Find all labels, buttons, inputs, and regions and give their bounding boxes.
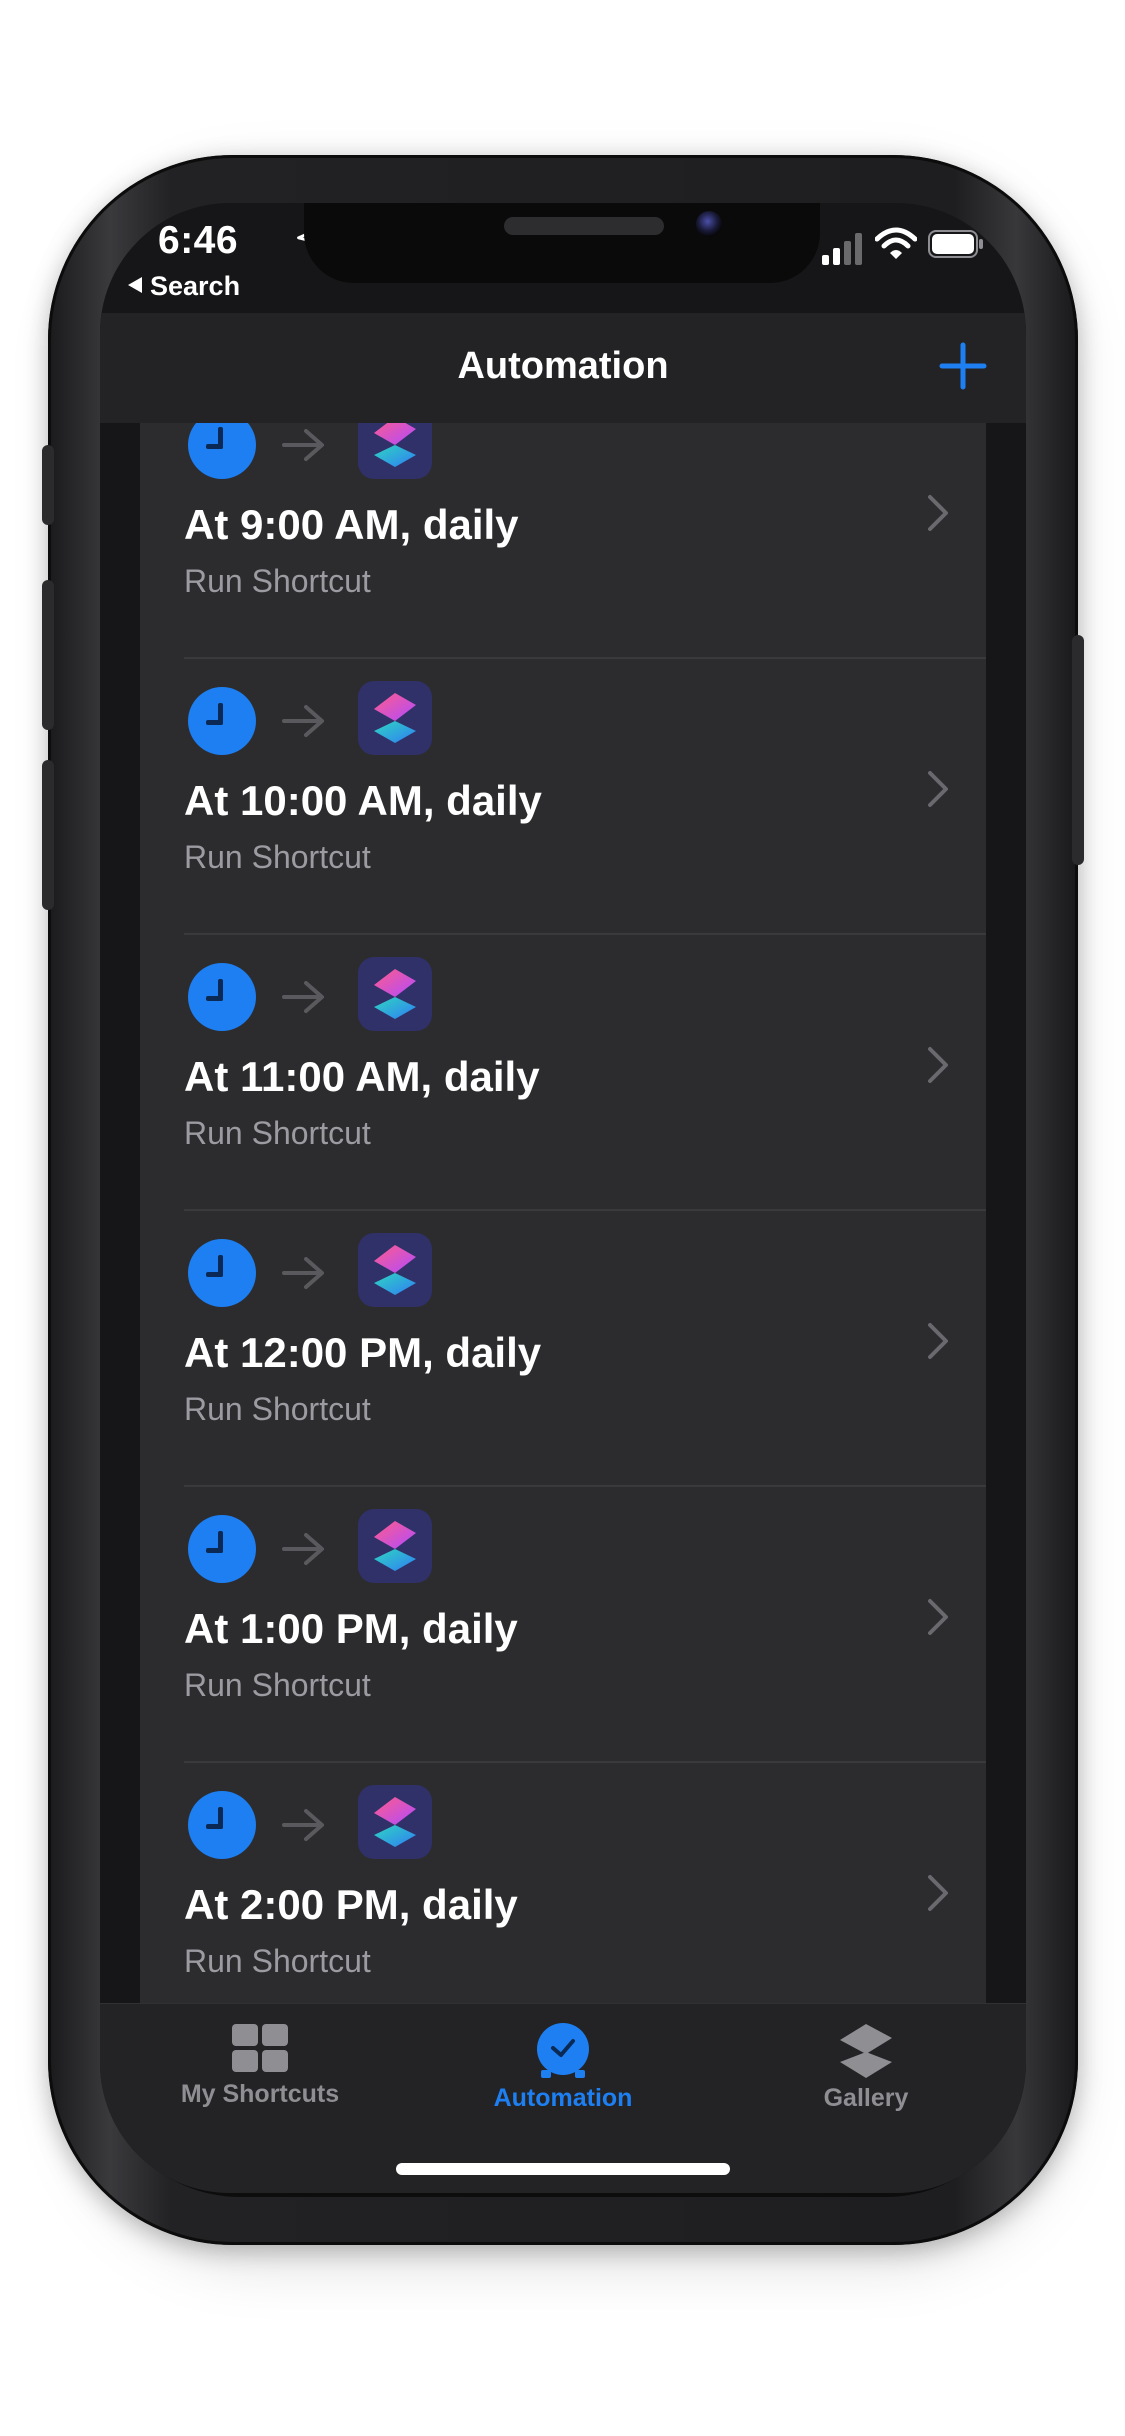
front-camera [696,211,722,237]
back-label: Search [150,271,241,301]
chevron-right-icon [928,1323,948,1359]
clock-icon [188,687,256,755]
automation-row[interactable]: At 10:00 AM, daily Run Shortcut [140,659,986,935]
arrow-right-icon [282,1809,324,1841]
chevron-right-icon [928,495,948,531]
clock-icon [188,423,256,479]
automation-title: At 1:00 PM, daily [184,1605,518,1652]
automation-row[interactable]: At 9:00 AM, daily Run Shortcut [140,423,986,659]
layers-icon [840,2024,892,2078]
automation-clock-icon [537,2023,589,2078]
tab-label: My Shortcuts [180,2080,340,2108]
tab-automation[interactable]: Automation [413,2022,713,2113]
battery-icon [928,230,983,258]
arrow-right-icon [282,705,324,737]
chevron-right-icon [928,1875,948,1911]
automation-title: At 11:00 AM, daily [184,1053,540,1100]
speaker-grille [504,217,664,235]
clock-icon [188,1791,256,1859]
automation-list: At 9:00 AM, daily Run Shortcut At 10:00 … [100,423,1026,2003]
volume-up-button [42,580,54,730]
automation-row[interactable]: At 12:00 PM, daily Run Shortcut [140,1211,986,1487]
chevron-right-icon [928,771,948,807]
grid-icon [232,2024,288,2072]
shortcuts-app-icon [358,423,432,479]
cellular-signal-icon [822,233,862,265]
tab-gallery[interactable]: Gallery [716,2022,1016,2113]
tab-my-shortcuts[interactable]: My Shortcuts [110,2022,410,2109]
tab-label: Gallery [823,2084,909,2112]
volume-down-button [42,760,54,910]
automation-title: At 9:00 AM, daily [184,501,519,548]
notch [304,203,820,283]
shortcuts-app-icon [358,957,432,1031]
automation-subtitle: Run Shortcut [184,1115,371,1151]
automation-subtitle: Run Shortcut [184,563,371,599]
automation-row[interactable]: At 11:00 AM, daily Run Shortcut [140,935,986,1211]
navigation-bar: Automation [100,313,1026,424]
automation-title: At 2:00 PM, daily [184,1881,518,1928]
tab-label: Automation [493,2084,633,2112]
arrow-right-icon [282,981,324,1013]
silent-switch [42,445,54,525]
chevron-right-icon [928,1047,948,1083]
clock-icon [188,1239,256,1307]
wifi-icon [875,227,917,259]
shortcuts-app-icon [358,681,432,755]
page-title: Automation [457,345,669,387]
plus-icon[interactable] [936,339,990,393]
clock-icon [188,1515,256,1583]
home-indicator[interactable] [396,2163,730,2175]
automation-subtitle: Run Shortcut [184,1391,371,1427]
shortcuts-app-icon [358,1509,432,1583]
arrow-right-icon [282,429,324,461]
automation-row[interactable]: At 2:00 PM, daily Run Shortcut [140,1763,986,2003]
arrow-right-icon [282,1533,324,1565]
side-button [1072,635,1084,865]
phone-frame: 6:46 Search Automation At 9:00 AM, daily… [42,155,1084,2245]
clock-icon [188,963,256,1031]
automation-title: At 12:00 PM, daily [184,1329,542,1376]
back-triangle-icon [128,277,142,293]
automation-title: At 10:00 AM, daily [184,777,542,824]
arrow-right-icon [282,1257,324,1289]
automation-subtitle: Run Shortcut [184,1667,371,1703]
automation-row[interactable]: At 1:00 PM, daily Run Shortcut [140,1487,986,1763]
shortcuts-app-icon [358,1785,432,1859]
screen: 6:46 Search Automation At 9:00 AM, daily… [100,203,1026,2193]
chevron-right-icon [928,1599,948,1635]
automation-subtitle: Run Shortcut [184,1943,371,1979]
shortcuts-app-icon [358,1233,432,1307]
status-time: 6:46 [158,219,239,262]
automation-subtitle: Run Shortcut [184,839,371,875]
back-to-search-button[interactable]: Search [128,271,240,302]
